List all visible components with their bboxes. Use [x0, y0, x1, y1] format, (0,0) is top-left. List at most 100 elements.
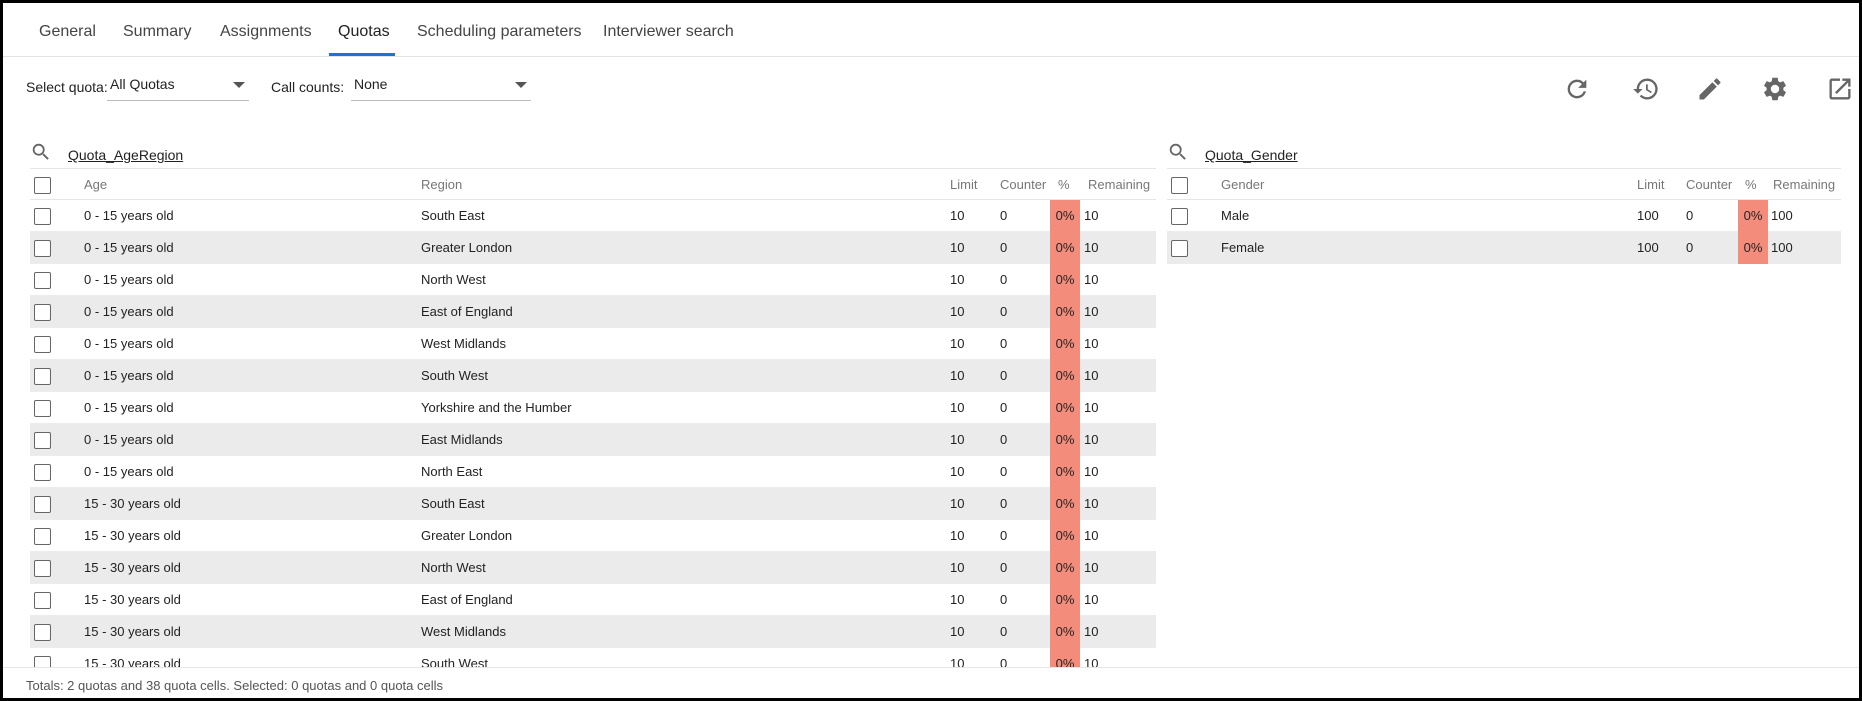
table-row[interactable]: 15 - 30 years old South East 10 0 0% 10: [30, 488, 1156, 520]
select-quota-dropdown[interactable]: All Quotas: [107, 71, 249, 101]
row-checkbox[interactable]: [34, 496, 51, 513]
cell-percent: 0%: [1050, 616, 1080, 648]
cell-limit: 10: [950, 592, 965, 607]
select-quota-value: All Quotas: [110, 76, 175, 92]
refresh-icon[interactable]: [1563, 75, 1591, 103]
cell-region: West Midlands: [421, 624, 507, 639]
row-checkbox[interactable]: [34, 336, 51, 353]
cell-remaining: 100: [1771, 240, 1793, 255]
cell-limit: 100: [1637, 240, 1659, 255]
table-row[interactable]: 0 - 15 years old North East 10 0 0% 10: [30, 456, 1156, 488]
cell-region: South West: [421, 656, 488, 667]
search-icon[interactable]: [1167, 141, 1189, 163]
table-row[interactable]: Female 100 0 0% 100: [1167, 232, 1841, 264]
row-checkbox[interactable]: [1171, 240, 1188, 257]
table-row[interactable]: 0 - 15 years old West Midlands 10 0 0% 10: [30, 328, 1156, 360]
cell-age: 15 - 30 years old: [84, 624, 181, 639]
table-row[interactable]: 15 - 30 years old West Midlands 10 0 0% 10: [30, 616, 1156, 648]
cell-limit: 10: [950, 368, 965, 383]
search-icon[interactable]: [30, 141, 52, 163]
history-icon[interactable]: [1632, 75, 1660, 103]
table-row[interactable]: 0 - 15 years old South East 10 0 0% 10: [30, 200, 1156, 232]
tab-interviewer-search[interactable]: Interviewer search: [603, 23, 734, 41]
table-row[interactable]: 0 - 15 years old East Midlands 10 0 0% 10: [30, 424, 1156, 456]
tab-quotas[interactable]: Quotas: [338, 23, 390, 41]
cell-counter: 0: [1000, 592, 1008, 607]
cell-age: 0 - 15 years old: [84, 432, 174, 447]
quota-age-region-title[interactable]: Quota_AgeRegion: [68, 147, 183, 163]
chevron-down-icon: [515, 82, 527, 88]
table-row[interactable]: 0 - 15 years old North West 10 0 0% 10: [30, 264, 1156, 296]
cell-age: 0 - 15 years old: [84, 272, 174, 287]
cell-age: 0 - 15 years old: [84, 400, 174, 415]
quota-tables-body: 0 - 15 years old South East 10 0 0% 10 0 - 15 …: [3, 175, 1859, 667]
cell-limit: 10: [950, 336, 965, 351]
cell-counter: 0: [1000, 400, 1008, 415]
cell-percent: 0%: [1050, 360, 1080, 392]
cell-counter: 0: [1000, 272, 1008, 287]
cell-percent: 0%: [1738, 200, 1768, 232]
cell-counter: 0: [1000, 432, 1008, 447]
edit-icon[interactable]: [1696, 75, 1724, 103]
row-checkbox[interactable]: [34, 656, 51, 667]
call-counts-dropdown[interactable]: None: [351, 71, 531, 101]
cell-remaining: 10: [1084, 400, 1099, 415]
cell-gender: Female: [1221, 240, 1265, 255]
cell-remaining: 10: [1084, 432, 1099, 447]
cell-region: South West: [421, 368, 488, 383]
cell-age: 0 - 15 years old: [84, 368, 174, 383]
row-checkbox[interactable]: [34, 592, 51, 609]
row-checkbox[interactable]: [34, 368, 51, 385]
cell-counter: 0: [1686, 208, 1694, 223]
row-checkbox[interactable]: [34, 464, 51, 481]
row-checkbox[interactable]: [34, 400, 51, 417]
cell-percent: 0%: [1050, 584, 1080, 616]
row-checkbox[interactable]: [34, 240, 51, 257]
cell-age: 15 - 30 years old: [84, 496, 181, 511]
settings-icon[interactable]: [1761, 75, 1789, 103]
table-row[interactable]: 15 - 30 years old East of England 10 0 0% 10: [30, 584, 1156, 616]
row-checkbox[interactable]: [34, 272, 51, 289]
row-checkbox[interactable]: [34, 208, 51, 225]
quota-gender-title[interactable]: Quota_Gender: [1205, 147, 1298, 163]
cell-remaining: 10: [1084, 240, 1099, 255]
table-row[interactable]: 0 - 15 years old East of England 10 0 0% 10: [30, 296, 1156, 328]
row-checkbox[interactable]: [1171, 208, 1188, 225]
cell-counter: 0: [1000, 560, 1008, 575]
cell-age: 15 - 30 years old: [84, 656, 181, 667]
cell-age: 0 - 15 years old: [84, 336, 174, 351]
cell-limit: 10: [950, 528, 965, 543]
cell-age: 15 - 30 years old: [84, 528, 181, 543]
tab-general[interactable]: General: [39, 23, 96, 41]
cell-percent: 0%: [1050, 200, 1080, 232]
table-row[interactable]: 15 - 30 years old Greater London 10 0 0% 10: [30, 520, 1156, 552]
cell-remaining: 10: [1084, 656, 1099, 667]
row-checkbox[interactable]: [34, 624, 51, 641]
cell-percent: 0%: [1050, 392, 1080, 424]
cell-region: East Midlands: [421, 432, 503, 447]
cell-counter: 0: [1000, 368, 1008, 383]
cell-age: 0 - 15 years old: [84, 240, 174, 255]
table-row[interactable]: 15 - 30 years old North West 10 0 0% 10: [30, 552, 1156, 584]
cell-counter: 0: [1000, 656, 1008, 667]
tab-scheduling-parameters[interactable]: Scheduling parameters: [417, 23, 582, 41]
table-row[interactable]: Male 100 0 0% 100: [1167, 200, 1841, 232]
table-row[interactable]: 0 - 15 years old Yorkshire and the Humber…: [30, 392, 1156, 424]
chevron-down-icon: [233, 82, 245, 88]
cell-percent: 0%: [1050, 328, 1080, 360]
tab-summary[interactable]: Summary: [123, 23, 191, 41]
table-row[interactable]: 15 - 30 years old South West 10 0 0% 10: [30, 648, 1156, 667]
row-checkbox[interactable]: [34, 432, 51, 449]
tab-assignments[interactable]: Assignments: [220, 23, 312, 41]
row-checkbox[interactable]: [34, 560, 51, 577]
cell-region: North East: [421, 464, 483, 479]
open-external-icon[interactable]: [1826, 75, 1854, 103]
row-checkbox[interactable]: [34, 528, 51, 545]
cell-remaining: 10: [1084, 592, 1099, 607]
row-checkbox[interactable]: [34, 304, 51, 321]
cell-remaining: 10: [1084, 304, 1099, 319]
table-row[interactable]: 0 - 15 years old South West 10 0 0% 10: [30, 360, 1156, 392]
cell-region: West Midlands: [421, 336, 507, 351]
table-row[interactable]: 0 - 15 years old Greater London 10 0 0% 10: [30, 232, 1156, 264]
cell-remaining: 10: [1084, 496, 1099, 511]
